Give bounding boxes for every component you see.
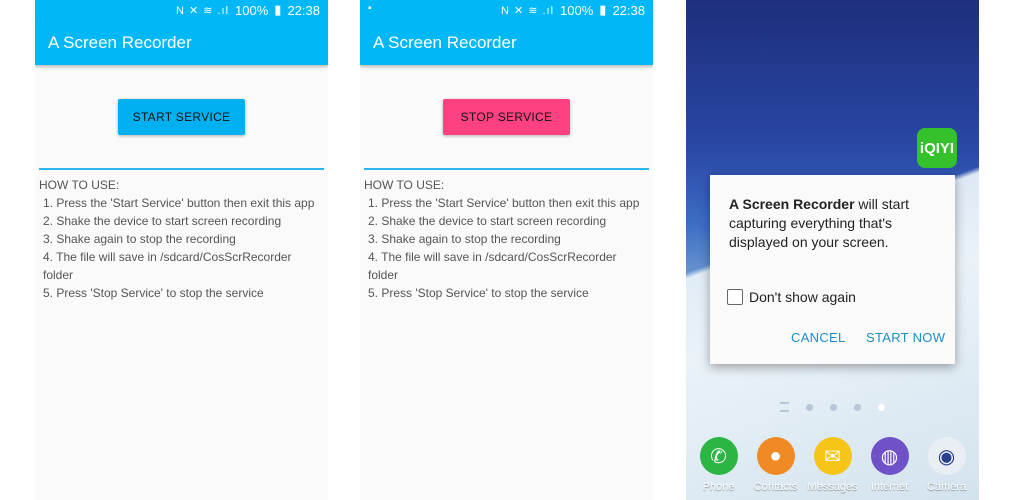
list-item: 4. The file will save in /sdcard/CosScrR… — [368, 250, 617, 282]
status-bar: N ✕ ≋ .ıl 100% ▮ 22:38 — [35, 0, 328, 20]
page-dot[interactable] — [854, 403, 861, 411]
permission-dialog: A Screen Recorder will start capturing e… — [710, 175, 955, 364]
iqiyi-app-icon[interactable]: iQIYI — [917, 128, 957, 168]
list-item: 2. Shake the device to start screen reco… — [368, 214, 607, 228]
menu-page-icon[interactable] — [780, 402, 789, 412]
dialog-app-name: A Screen Recorder — [729, 196, 855, 212]
how-to-use: HOW TO USE: 1. Press the 'Start Service'… — [364, 176, 649, 302]
battery-icon: ▮ — [599, 2, 607, 17]
divider — [364, 168, 649, 170]
list-item: 4. The file will save in /sdcard/CosScrR… — [43, 250, 292, 282]
start-service-button[interactable]: START SERVICE — [118, 99, 245, 135]
start-now-button[interactable]: START NOW — [866, 330, 945, 345]
clock: 22:38 — [612, 2, 645, 18]
dock-label: Phone — [702, 481, 735, 493]
stop-service-button[interactable]: STOP SERVICE — [443, 99, 570, 135]
cancel-button[interactable]: CANCEL — [791, 330, 846, 345]
battery-level: 100% — [560, 2, 594, 18]
dialog-message: A Screen Recorder will start capturing e… — [729, 195, 937, 252]
list-item: 5. Press 'Stop Service' to stop the serv… — [368, 286, 589, 300]
app-dock: ✆ Phone ● Contacts ✉ Messages ◍ Internet… — [686, 437, 979, 493]
battery-level: 100% — [235, 2, 269, 18]
phone-home-screen: iQIYI A Screen Recorder A Screen Recorde… — [686, 0, 979, 500]
phone-screen-stop: ▪ N ✕ ≋ .ıl 100% ▮ 22:38 A Screen Record… — [360, 0, 653, 500]
page-dot[interactable] — [830, 403, 837, 411]
how-to-title: HOW TO USE: — [39, 178, 120, 192]
dock-item-messages[interactable]: ✉ Messages — [805, 437, 861, 493]
internet-icon: ◍ — [870, 437, 909, 475]
dock-item-camera[interactable]: ◉ Camera — [919, 437, 975, 493]
app-title: A Screen Recorder — [48, 32, 192, 52]
phone-icon: ✆ — [699, 437, 738, 475]
page-dot[interactable] — [806, 403, 813, 411]
app-bar: A Screen Recorder — [360, 20, 653, 65]
page-dot-active[interactable] — [878, 403, 885, 411]
status-icons: N ✕ ≋ .ıl — [500, 4, 555, 17]
clock: 22:38 — [287, 2, 320, 18]
dock-item-phone[interactable]: ✆ Phone — [691, 437, 747, 493]
dock-label: Camera — [926, 481, 967, 493]
list-item: 2. Shake the device to start screen reco… — [43, 214, 282, 228]
dock-label: Messages — [807, 481, 858, 493]
page-indicator — [686, 402, 979, 412]
list-item: 3. Shake again to stop the recording — [43, 232, 236, 246]
list-item: 3. Shake again to stop the recording — [368, 232, 561, 246]
how-to-use: HOW TO USE: 1. Press the 'Start Service'… — [39, 176, 324, 302]
divider — [39, 168, 324, 170]
messages-icon: ✉ — [813, 437, 852, 475]
dock-label: Internet — [870, 481, 909, 493]
list-item: 1. Press the 'Start Service' button then… — [368, 196, 640, 210]
camera-icon: ◉ — [927, 437, 966, 475]
battery-icon: ▮ — [274, 2, 282, 17]
app-bar: A Screen Recorder — [35, 20, 328, 65]
notification-icon: ▪ — [368, 3, 372, 14]
dont-show-again-row[interactable]: Don't show again — [727, 289, 856, 305]
phone-screen-start: N ✕ ≋ .ıl 100% ▮ 22:38 A Screen Recorder… — [35, 0, 328, 500]
dock-item-contacts[interactable]: ● Contacts — [748, 437, 804, 493]
list-item: 5. Press 'Stop Service' to stop the serv… — [43, 286, 264, 300]
list-item: 1. Press the 'Start Service' button then… — [43, 196, 315, 210]
dock-label: Contacts — [753, 481, 798, 493]
dont-show-again-checkbox[interactable] — [727, 289, 743, 305]
status-icons: N ✕ ≋ .ıl — [175, 4, 230, 17]
how-to-title: HOW TO USE: — [364, 178, 445, 192]
dock-item-internet[interactable]: ◍ Internet — [862, 437, 918, 493]
checkbox-label: Don't show again — [749, 289, 856, 305]
app-title: A Screen Recorder — [373, 32, 517, 52]
status-bar: ▪ N ✕ ≋ .ıl 100% ▮ 22:38 — [360, 0, 653, 20]
contacts-icon: ● — [756, 437, 795, 475]
